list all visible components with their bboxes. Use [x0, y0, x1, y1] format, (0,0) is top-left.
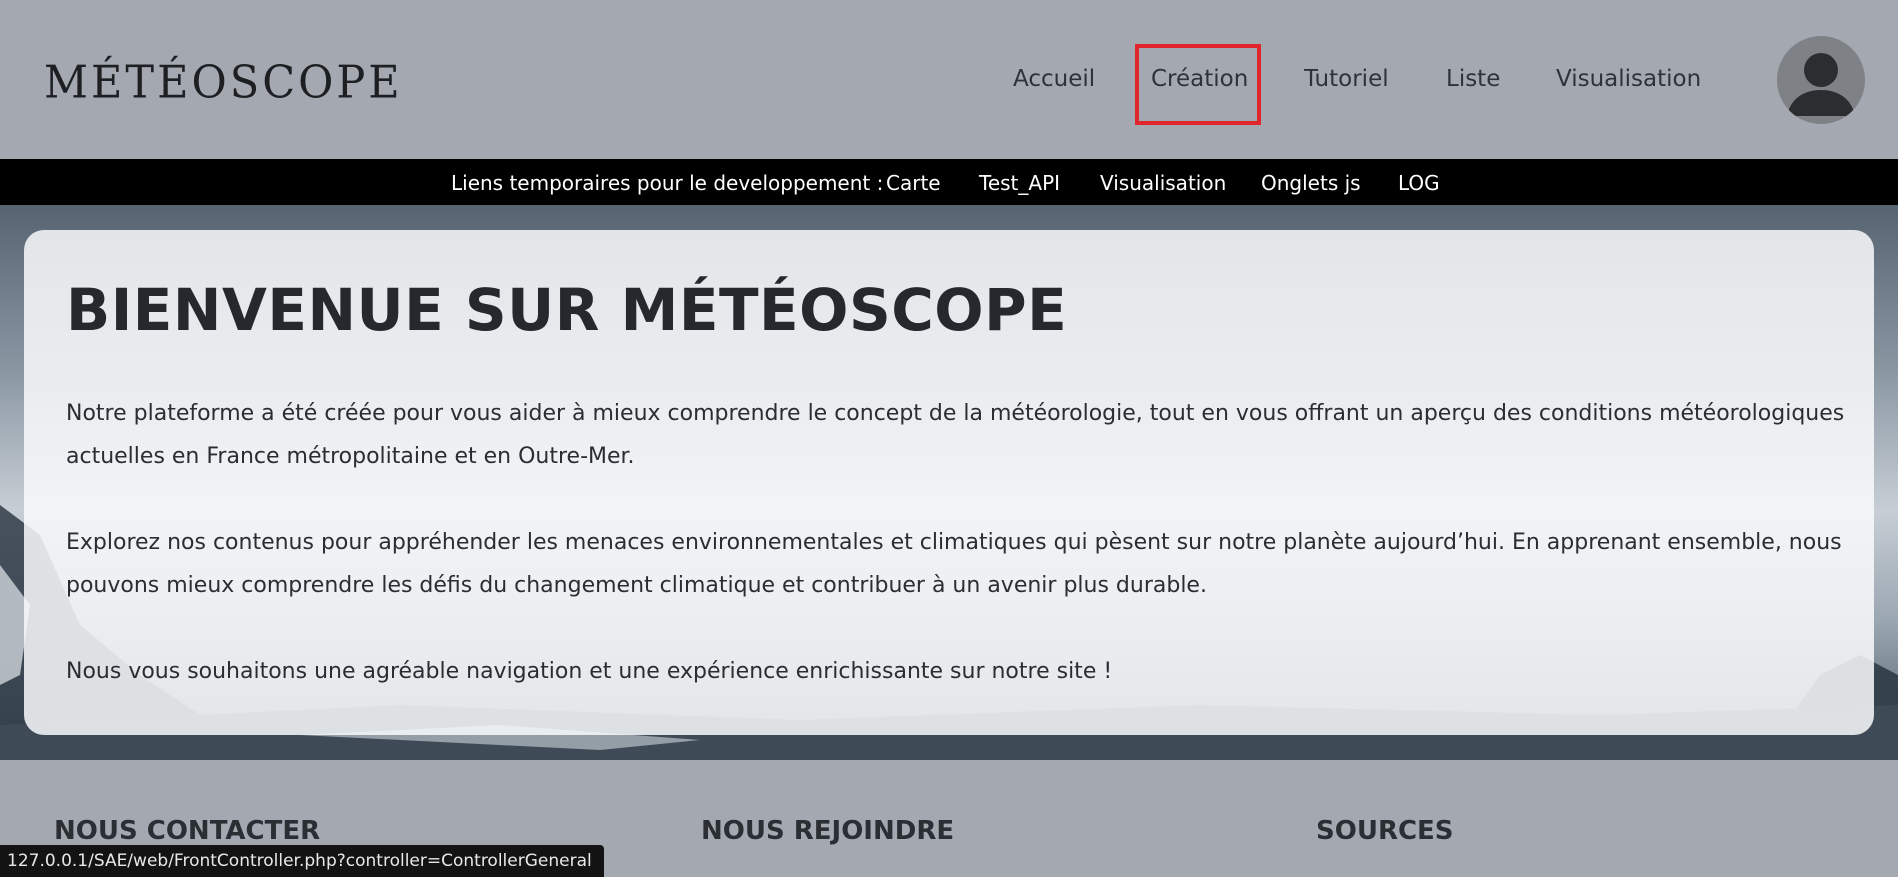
nav-tutoriel[interactable]: Tutoriel [1304, 66, 1389, 92]
page-title: BIENVENUE SUR MÉTÉOSCOPE [66, 276, 1068, 344]
site-header: MÉTÉOSCOPE Accueil Création Tutoriel Lis… [0, 0, 1898, 159]
intro-paragraph-3: Nous vous souhaitons une agréable naviga… [66, 659, 1113, 684]
user-avatar-icon[interactable] [1777, 36, 1865, 124]
status-bar-url: 127.0.0.1/SAE/web/FrontController.php?co… [0, 845, 604, 877]
dev-links-bar: Liens temporaires pour le developpement … [0, 159, 1898, 205]
dev-link-visualisation[interactable]: Visualisation [1100, 171, 1226, 195]
nav-accueil[interactable]: Accueil [1013, 66, 1095, 92]
nav-liste[interactable]: Liste [1446, 66, 1500, 92]
dev-link-log[interactable]: LOG [1398, 171, 1440, 195]
footer-heading-join: NOUS REJOINDRE [701, 816, 955, 846]
dev-link-test-api[interactable]: Test_API [979, 171, 1060, 195]
site-logo[interactable]: MÉTÉOSCOPE [44, 57, 403, 110]
dev-links-label: Liens temporaires pour le developpement … [451, 171, 884, 195]
intro-paragraph-2: Explorez nos contenus pour appréhender l… [66, 530, 1842, 598]
welcome-card: BIENVENUE SUR MÉTÉOSCOPE Notre plateform… [24, 230, 1874, 735]
highlight-box [1135, 44, 1261, 125]
intro-paragraph-1: Notre plateforme a été créée pour vous a… [66, 401, 1845, 469]
nav-visualisation[interactable]: Visualisation [1556, 66, 1701, 92]
dev-link-carte[interactable]: Carte [886, 171, 941, 195]
dev-link-onglets-js[interactable]: Onglets js [1261, 171, 1361, 195]
footer-heading-contact: NOUS CONTACTER [54, 816, 321, 846]
footer-heading-sources: SOURCES [1316, 816, 1454, 846]
